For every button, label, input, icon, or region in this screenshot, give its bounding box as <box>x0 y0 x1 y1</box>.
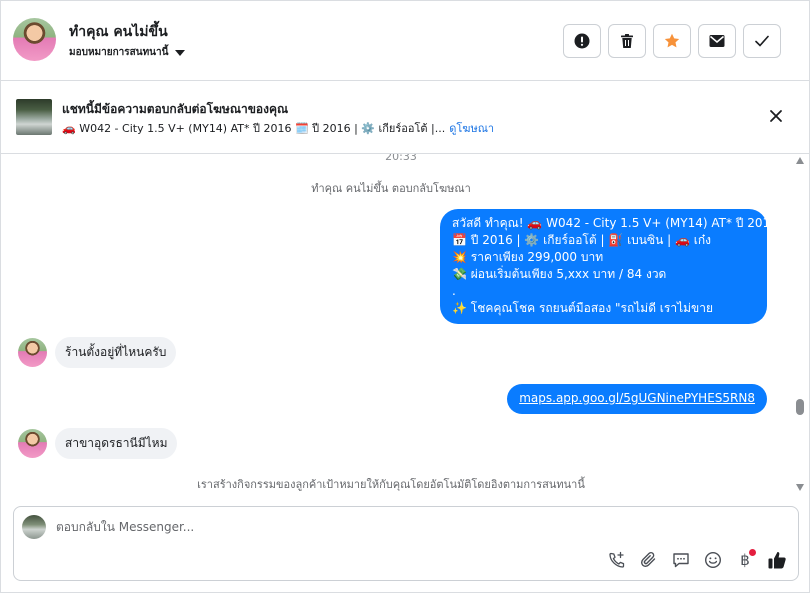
check-icon <box>755 35 769 47</box>
ad-banner-subtitle: 🚗 W042 - City 1.5 V+ (MY14) AT* ปี 2016 … <box>62 119 494 137</box>
view-ad-link[interactable]: ดูโฆษณา <box>449 119 494 137</box>
mark-unread-button[interactable] <box>698 24 736 58</box>
reply-input[interactable] <box>56 515 756 539</box>
emoji-icon <box>704 551 722 569</box>
messenger-inbox-window: ทำคุณ คนไม่ขึ้น มอบหมายการสนทนานี้ แชทนี… <box>0 0 810 593</box>
like-button[interactable] <box>766 549 788 571</box>
attach-button[interactable] <box>638 549 660 571</box>
envelope-icon <box>709 35 725 47</box>
page-avatar <box>22 515 46 539</box>
ad-reply-system-note: ทำคุณ คนไม่ขึ้น ตอบกลับโฆษณา <box>311 182 471 195</box>
call-add-icon <box>609 551 625 568</box>
ad-message-line: . <box>452 284 456 298</box>
outgoing-link-message: maps.app.goo.gl/5gUGNinePYHES5RN8 <box>507 384 767 414</box>
maps-link[interactable]: maps.app.goo.gl/5gUGNinePYHES5RN8 <box>519 391 755 405</box>
scroll-up-arrow[interactable] <box>796 157 804 164</box>
scrollbar-thumb[interactable] <box>796 399 804 415</box>
report-icon <box>574 33 590 49</box>
ad-message-line: สวัสดี ทำคุณ! 🚗 W042 - City 1.5 V+ (MY14… <box>452 216 778 230</box>
ad-banner-description: 🚗 W042 - City 1.5 V+ (MY14) AT* ปี 2016 … <box>62 122 446 135</box>
call-add-button[interactable] <box>606 549 628 571</box>
composer-tools: ฿ <box>606 549 788 571</box>
message-thread[interactable]: 20:33 ทำคุณ คนไม่ขึ้น ตอบกลับโฆษณา สวัสด… <box>1 154 809 496</box>
trash-icon <box>621 34 633 48</box>
ad-thumbnail <box>16 99 52 135</box>
assign-label: มอบหมายการสนทนานี้ <box>69 47 169 58</box>
contact-avatar-small <box>18 429 47 458</box>
star-icon <box>664 33 680 48</box>
emoji-button[interactable] <box>702 549 724 571</box>
header-actions <box>563 24 781 58</box>
incoming-message[interactable]: ร้านตั้งอยู่ที่ไหนครับ <box>55 337 177 368</box>
contact-name[interactable]: ทำคุณ คนไม่ขึ้น <box>69 21 168 43</box>
report-button[interactable] <box>563 24 601 58</box>
close-icon[interactable] <box>768 108 784 124</box>
incoming-message-row: สาขาอุดรธานีมีไหม <box>18 428 178 459</box>
ad-message-line: 💸 ผ่อนเริ่มต้นเพียง 5,xxx บาท / 84 งวด <box>452 267 667 281</box>
conversation-header: ทำคุณ คนไม่ขึ้น มอบหมายการสนทนานี้ <box>1 1 809 81</box>
message-timestamp: 20:33 <box>385 154 417 163</box>
reply-composer: ฿ <box>13 506 799 581</box>
mark-done-button[interactable] <box>743 24 781 58</box>
incoming-message[interactable]: สาขาอุดรธานีมีไหม <box>55 428 178 459</box>
star-button[interactable] <box>653 24 691 58</box>
payment-button[interactable]: ฿ <box>734 549 756 571</box>
ad-message-line: 📅 ปี 2016 | ⚙️ เกียร์ออโต้ | ⛽ เบนซิน | … <box>452 233 712 247</box>
chevron-down-icon <box>175 49 186 56</box>
outgoing-ad-message[interactable]: สวัสดี ทำคุณ! 🚗 W042 - City 1.5 V+ (MY14… <box>440 209 778 324</box>
lead-activity-note: เราสร้างกิจกรรมของลูกค้าเป้าหมายให้กับคุ… <box>197 478 585 491</box>
incoming-message-row: ร้านตั้งอยู่ที่ไหนครับ <box>18 337 177 368</box>
thumbs-up-icon <box>768 552 786 569</box>
notification-dot <box>749 549 756 556</box>
ad-reply-banner: แชทนี้มีข้อความตอบกลับต่อโฆษณาของคุณ 🚗 W… <box>1 82 809 154</box>
saved-reply-icon <box>673 553 689 568</box>
thread-scrollbar[interactable] <box>796 154 805 496</box>
ad-banner-title: แชทนี้มีข้อความตอบกลับต่อโฆษณาของคุณ <box>62 102 289 116</box>
assign-conversation-dropdown[interactable]: มอบหมายการสนทนานี้ <box>69 45 186 60</box>
paperclip-icon <box>641 551 656 567</box>
delete-button[interactable] <box>608 24 646 58</box>
contact-avatar[interactable] <box>13 18 56 61</box>
scroll-down-arrow[interactable] <box>796 484 804 491</box>
saved-reply-button[interactable] <box>670 549 692 571</box>
ad-message-line: ✨ โชคคุณโชค รถยนต์มือสอง "รถไม่ดี เราไม่… <box>452 301 714 315</box>
contact-avatar-small <box>18 338 47 367</box>
ad-message-line: 💥 ราคาเพียง 299,000 บาท <box>452 250 604 264</box>
